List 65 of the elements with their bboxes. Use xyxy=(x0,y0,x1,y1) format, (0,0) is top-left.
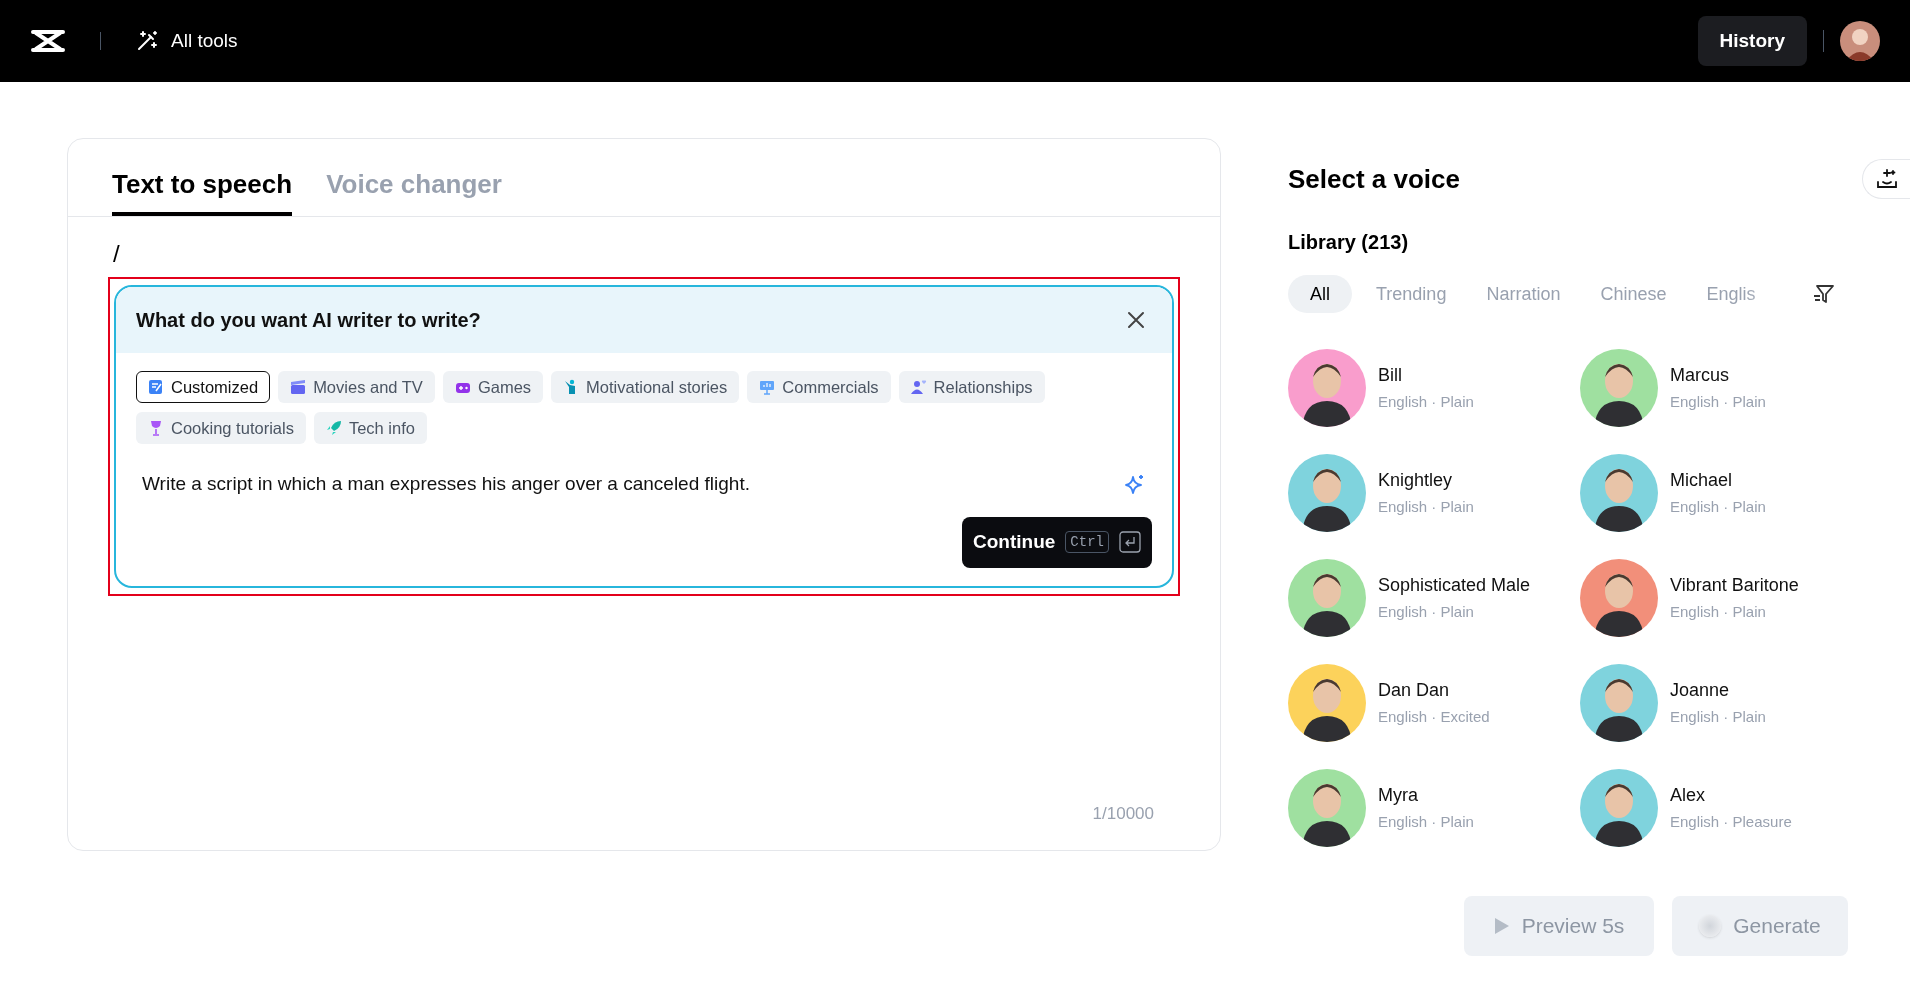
prompt-text[interactable]: Write a script in which a man expresses his anger over a canceled flight. xyxy=(142,470,750,499)
voice-details: English · Plain xyxy=(1670,497,1766,518)
voice-details: English · Plain xyxy=(1670,602,1767,623)
voice-name: Knightley xyxy=(1378,469,1454,493)
filter-tab[interactable]: All xyxy=(1288,275,1352,313)
topic-chip[interactable]: Movies and TV xyxy=(278,371,435,403)
sparkle-icon[interactable] xyxy=(1124,473,1146,496)
continue-button[interactable]: Continue Ctrl xyxy=(962,516,1152,568)
topic-chip[interactable]: Motivational stories xyxy=(551,371,740,403)
voice-item[interactable]: Sophisticated Male English · Plain xyxy=(1288,559,1580,637)
voice-details: English · Plain xyxy=(1378,602,1475,623)
voice-details: English · Pleasure xyxy=(1670,812,1792,833)
voice-name: Alex xyxy=(1670,784,1706,808)
logo-icon[interactable] xyxy=(30,28,66,54)
clapperboard-icon xyxy=(290,379,307,395)
voice-item[interactable]: Myra English · Plain xyxy=(1288,769,1580,847)
presentation-icon xyxy=(759,379,776,395)
note-icon xyxy=(148,379,164,395)
topic-chip[interactable]: Cooking tutorials xyxy=(136,412,306,444)
generate-orb-icon xyxy=(1699,915,1722,937)
enter-key-icon xyxy=(1118,531,1141,553)
person-heart-icon xyxy=(910,379,927,395)
voice-details: English · Plain xyxy=(1378,812,1474,833)
voice-details: English · Plain xyxy=(1670,392,1766,413)
close-icon xyxy=(1127,311,1145,329)
topic-chip[interactable]: Games xyxy=(442,371,544,403)
voice-item[interactable]: Dan Dan English · Excited xyxy=(1288,664,1580,742)
topic-chip[interactable]: Relationships xyxy=(898,371,1045,403)
voice-details: English · Plain xyxy=(1378,392,1474,413)
ctrl-key: Ctrl xyxy=(1065,531,1109,553)
voice-name: Joanne xyxy=(1670,679,1731,703)
goblet-icon xyxy=(148,420,164,436)
tab[interactable]: Text to speech xyxy=(112,156,293,216)
voice-name: Myra xyxy=(1378,784,1419,808)
voice-name: Marcus xyxy=(1670,364,1730,388)
panel-title: What do you want AI writer to write? xyxy=(136,308,481,333)
topic-chip[interactable]: Tech info xyxy=(313,412,427,444)
voice-item[interactable]: Marcus English · Plain xyxy=(1580,349,1872,427)
voice-name: Michael xyxy=(1670,469,1734,493)
history-button[interactable]: History xyxy=(1697,16,1807,66)
voice-name: Sophisticated Male xyxy=(1378,574,1531,598)
topic-chip[interactable]: Customized xyxy=(136,371,271,403)
voice-name: Vibrant Baritone xyxy=(1670,574,1799,598)
voice-item[interactable]: Vibrant Baritone English · Plain xyxy=(1580,559,1872,637)
topic-chip[interactable]: Commercials xyxy=(747,371,891,403)
voice-item[interactable]: Michael English · Plain xyxy=(1580,454,1872,532)
rocket-icon xyxy=(325,420,342,436)
voice-item[interactable]: Joanne English · Plain xyxy=(1580,664,1872,742)
voice-item[interactable]: Alex English · Pleasure xyxy=(1580,769,1872,847)
voice-details: English · Plain xyxy=(1378,497,1474,518)
voice-name: Bill xyxy=(1378,364,1403,388)
magic-wand-icon xyxy=(135,29,159,53)
panel-title: Select a voice xyxy=(1288,162,1460,196)
voice-item[interactable]: Knightley English · Plain xyxy=(1288,454,1580,532)
filter-icon[interactable] xyxy=(1812,282,1836,306)
library-label: Library (213) xyxy=(1288,230,1410,255)
voice-details: English · Plain xyxy=(1670,707,1766,728)
voice-details: English · Excited xyxy=(1378,707,1490,728)
user-avatar[interactable] xyxy=(1840,21,1880,61)
voice-name: Dan Dan xyxy=(1378,679,1451,703)
voice-item[interactable]: Bill English · Plain xyxy=(1288,349,1580,427)
typed-text: / xyxy=(112,239,121,269)
play-icon xyxy=(1493,917,1510,935)
character-count: 1/10000 xyxy=(1092,802,1154,825)
all-tools-button[interactable]: All tools xyxy=(135,26,238,56)
